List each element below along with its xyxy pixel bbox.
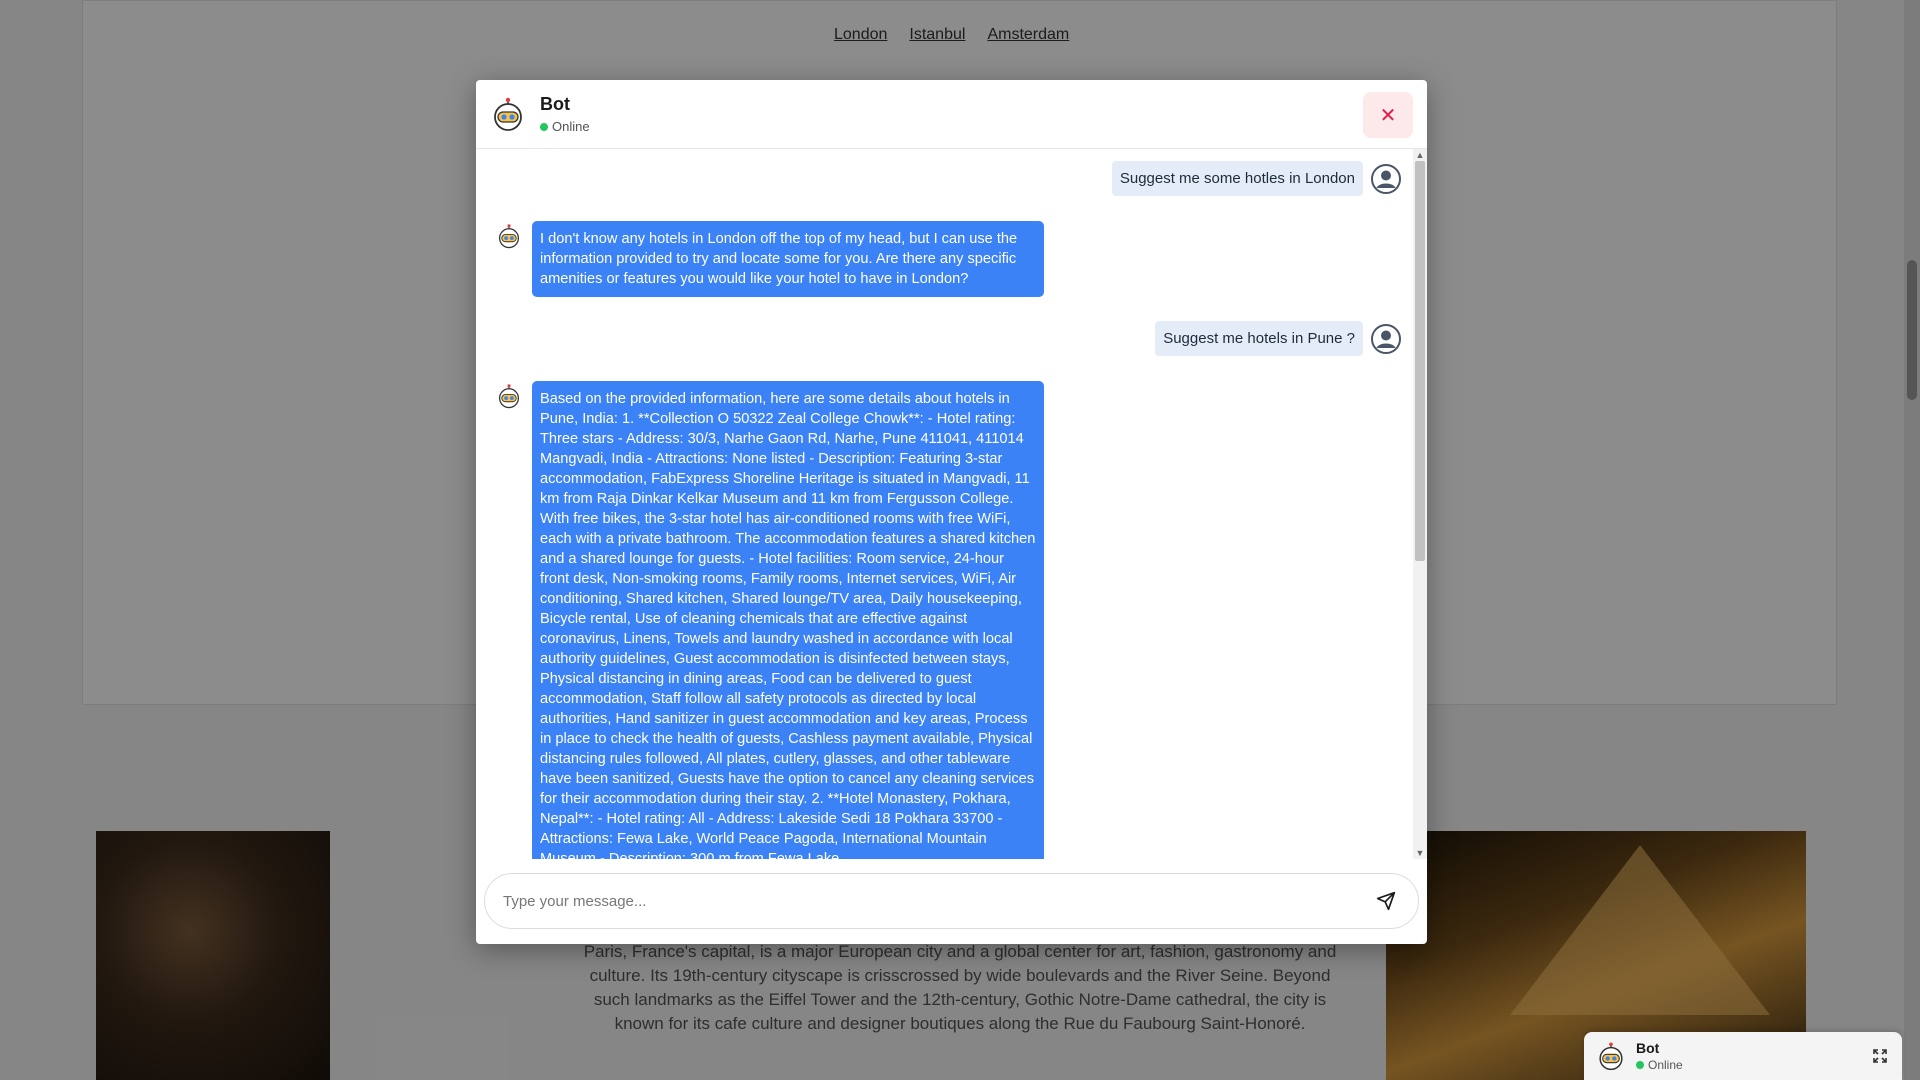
message-composer <box>484 873 1419 929</box>
user-avatar-icon <box>1371 323 1401 354</box>
user-message: Suggest me some hotles in London <box>1111 161 1363 196</box>
message-row-bot: I don't know any hotels in London off th… <box>496 221 1044 297</box>
chat-modal: Bot Online ✕ Suggest me some hotles in L… <box>476 80 1427 944</box>
close-button[interactable]: ✕ <box>1363 92 1413 138</box>
expand-icon[interactable] <box>1872 1048 1888 1064</box>
bot-avatar <box>490 96 526 132</box>
message-row-bot: Based on the provided information, here … <box>496 381 1044 859</box>
chat-header: Bot Online ✕ <box>476 80 1427 149</box>
robot-icon <box>498 224 520 249</box>
chat-widget-minimized[interactable]: Bot Online <box>1584 1032 1902 1080</box>
user-avatar-icon <box>1371 163 1401 194</box>
widget-title: Bot <box>1636 1040 1660 1056</box>
scroll-down-icon[interactable]: ▼ <box>1413 847 1427 859</box>
send-button[interactable] <box>1372 887 1400 915</box>
message-list[interactable]: Suggest me some hotles in London I don't… <box>476 149 1427 859</box>
chat-title: Bot <box>540 94 570 114</box>
message-input[interactable] <box>503 892 1372 910</box>
status-label: Online <box>552 119 590 134</box>
bot-message: I don't know any hotels in London off th… <box>532 221 1044 297</box>
widget-status: Online <box>1636 1058 1683 1072</box>
page-scrollbar[interactable] <box>1904 0 1920 1080</box>
robot-icon <box>1599 1042 1623 1071</box>
page-scrollbar-thumb[interactable] <box>1907 260 1917 400</box>
online-status: Online <box>540 119 590 134</box>
message-row-user: Suggest me hotels in Pune ? <box>1155 321 1401 356</box>
online-dot-icon <box>1636 1061 1644 1069</box>
widget-status-label: Online <box>1648 1058 1683 1072</box>
send-icon <box>1376 891 1396 911</box>
message-row-user: Suggest me some hotles in London <box>1111 161 1401 196</box>
robot-icon <box>494 97 522 131</box>
message-scrollbar[interactable]: ▲ ▼ <box>1413 149 1427 859</box>
user-message: Suggest me hotels in Pune ? <box>1155 321 1363 356</box>
message-scrollbar-thumb[interactable] <box>1415 161 1425 561</box>
scroll-up-icon[interactable]: ▲ <box>1413 149 1427 161</box>
robot-icon <box>498 384 520 409</box>
bot-message: Based on the provided information, here … <box>532 381 1044 859</box>
online-dot-icon <box>540 122 548 131</box>
